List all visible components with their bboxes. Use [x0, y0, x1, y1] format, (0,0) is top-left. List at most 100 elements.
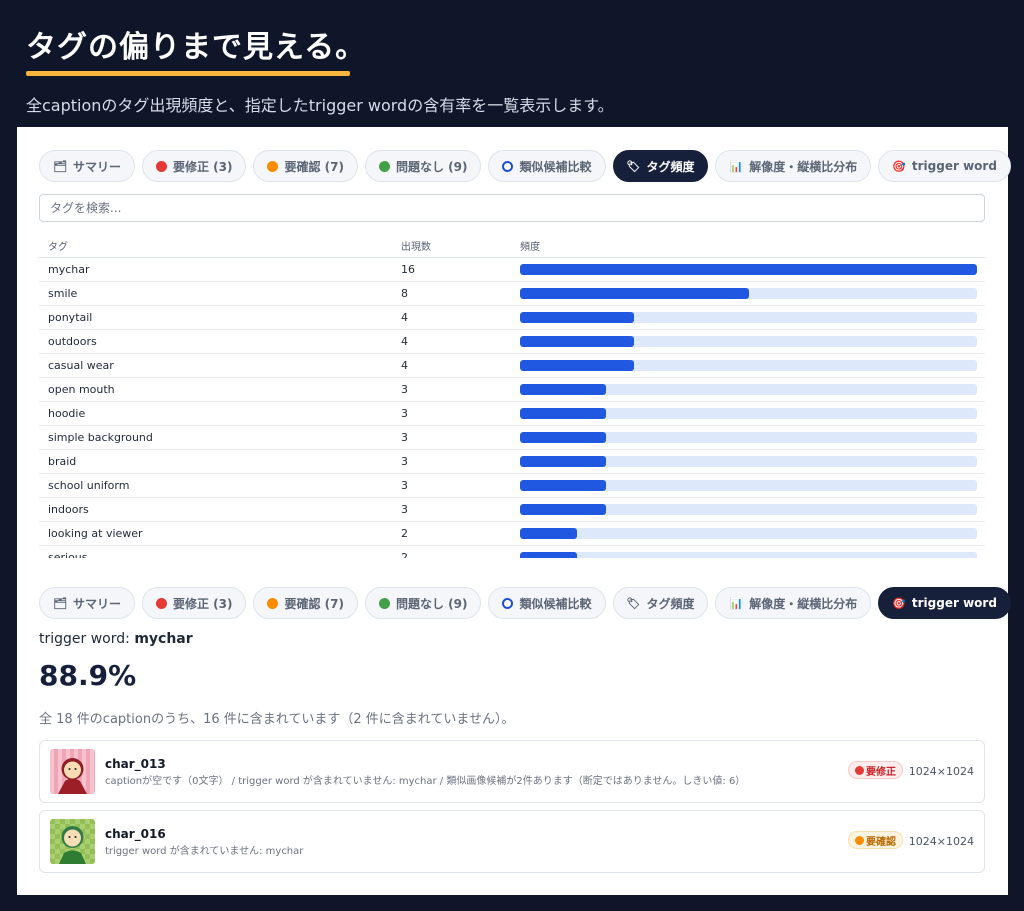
table-row: ponytail 4 — [39, 306, 985, 330]
tag-frequency-table[interactable]: タグ 出現数 頻度 mychar 16 smile 8 ponytail 4 outdoor… — [39, 233, 985, 558]
header-frequency: 頻度 — [520, 241, 540, 253]
badge-label: 要確認 — [866, 836, 896, 848]
frequency-bar — [520, 456, 977, 467]
tab-8[interactable]: 🎯 trigger word — [878, 150, 1011, 182]
missing-trigger-card-char-013[interactable]: char_013 captionが空です（0文字） / trigger word… — [39, 740, 985, 803]
status-badge-needs-check: 要確認 — [848, 831, 903, 849]
tab-1[interactable]: 🗂 サマリー — [39, 150, 135, 182]
card-message: captionが空です（0文字） / trigger word が含まれていませ… — [105, 776, 746, 787]
frequency-bar-fill — [520, 480, 606, 491]
tab-3[interactable]: 要確認 (7) — [253, 150, 358, 182]
frequency-bar — [520, 384, 977, 395]
tab-label: サマリー — [72, 159, 121, 174]
frequency-bar-fill — [520, 504, 606, 515]
tag-search-input[interactable] — [39, 194, 985, 222]
header-tag: タグ — [48, 241, 68, 253]
green-dot-icon — [378, 160, 390, 172]
tab-3[interactable]: 要確認 (7) — [253, 587, 358, 619]
tag-count: 3 — [401, 503, 408, 516]
tab-7[interactable]: 📊 解像度・縦横比分布 — [715, 150, 872, 182]
tab-label: 問題なし (9) — [395, 596, 468, 611]
trigger-word-label: trigger word: mychar — [39, 631, 193, 647]
tab-5[interactable]: 類似候補比較 — [488, 587, 606, 619]
table-row: simple background 3 — [39, 426, 985, 450]
tab-4[interactable]: 問題なし (9) — [364, 150, 482, 182]
orange-dot-icon — [267, 597, 279, 609]
header-count: 出現数 — [401, 241, 431, 253]
frequency-bar-fill — [520, 408, 606, 419]
tag-count: 3 — [401, 431, 408, 444]
tab-5[interactable]: 類似候補比較 — [488, 150, 606, 182]
tab-7[interactable]: 📊 解像度・縦横比分布 — [715, 587, 872, 619]
dart-icon: 🎯 — [892, 159, 906, 173]
thumbnail-char-013 — [50, 749, 95, 794]
tag-name: serious — [48, 551, 88, 558]
frequency-cell — [512, 408, 985, 419]
tab-label: 解像度・縦横比分布 — [749, 596, 858, 611]
trigger-word-prefix: trigger word: — [39, 631, 135, 647]
frequency-bar-fill — [520, 552, 578, 558]
card-message: trigger word が含まれていません: mychar — [105, 846, 304, 857]
frequency-bar-fill — [520, 264, 977, 275]
tag-name: smile — [48, 287, 78, 300]
page-lead: 全captionのタグ出現頻度と、指定したtrigger wordの含有率を一覧… — [26, 96, 614, 115]
frequency-bar-fill — [520, 360, 635, 371]
tab-1[interactable]: 🗂 サマリー — [39, 587, 135, 619]
tab-label: trigger word — [911, 596, 997, 610]
tag-name: mychar — [48, 263, 90, 276]
frequency-cell — [512, 288, 985, 299]
frequency-bar — [520, 336, 977, 347]
missing-trigger-card-char-016[interactable]: char_016 trigger word が含まれていません: mychar … — [39, 810, 985, 873]
tag-count: 4 — [401, 335, 408, 348]
frequency-cell — [512, 312, 985, 323]
image-resolution: 1024×1024 — [908, 765, 974, 778]
thumbnail-char-016 — [50, 819, 95, 864]
frequency-bar-fill — [520, 432, 606, 443]
tab-2[interactable]: 要修正 (3) — [141, 150, 247, 182]
tag-count: 3 — [401, 407, 408, 420]
tab-8[interactable]: 🎯 trigger word — [878, 587, 1011, 619]
table-row: indoors 3 — [39, 498, 985, 522]
frequency-bar-fill — [520, 384, 606, 395]
tag-name: indoors — [48, 503, 89, 516]
tag-name: braid — [48, 455, 77, 468]
table-row: school uniform 3 — [39, 474, 985, 498]
trigger-word-value: mychar — [134, 631, 193, 647]
tab-4[interactable]: 問題なし (9) — [364, 587, 482, 619]
tab-label: 類似候補比較 — [519, 596, 592, 611]
tab-6[interactable]: 🏷 タグ頻度 — [612, 150, 709, 182]
frequency-bar — [520, 264, 977, 275]
frequency-bar — [520, 360, 977, 371]
tab-6[interactable]: 🏷 タグ頻度 — [612, 587, 709, 619]
tag-count: 3 — [401, 455, 408, 468]
frequency-bar — [520, 312, 977, 323]
frequency-bar-fill — [520, 288, 749, 299]
tab-label: 要確認 (7) — [284, 596, 344, 611]
table-header: タグ 出現数 頻度 — [39, 233, 985, 258]
frequency-bar — [520, 552, 977, 558]
green-dot-icon — [378, 597, 390, 609]
table-row: looking at viewer 2 — [39, 522, 985, 546]
page-title: タグの偏りまで見える。 — [26, 30, 367, 65]
frequency-cell — [512, 480, 985, 491]
tab-label: 要確認 (7) — [284, 159, 344, 174]
tab-2[interactable]: 要修正 (3) — [141, 587, 247, 619]
card-title: char_016 — [105, 827, 166, 841]
status-badge-needs-fix: 要修正 — [848, 761, 903, 779]
frequency-cell — [512, 504, 985, 515]
frequency-cell — [512, 552, 985, 558]
frequency-bar-fill — [520, 456, 606, 467]
target-ring-icon — [502, 160, 514, 172]
frequency-bar-fill — [520, 312, 635, 323]
frequency-cell — [512, 336, 985, 347]
tag-name: outdoors — [48, 335, 97, 348]
red-dot-icon — [155, 160, 167, 172]
trigger-word-description: 全 18 件のcaptionのうち、16 件に含まれています（2 件に含まれてい… — [39, 712, 515, 727]
hero: タグの偏りまで見える。 全captionのタグ出現頻度と、指定したtrigger… — [26, 28, 614, 116]
report-panel: 🗂 サマリー 要修正 (3) 要確認 (7) 問題なし (9) 類似候補比較 🏷 タグ頻度 📊 解… — [17, 127, 1011, 895]
tab-label: 解像度・縦横比分布 — [749, 159, 858, 174]
tab-label: 類似候補比較 — [519, 159, 592, 174]
dart-icon: 🎯 — [892, 596, 906, 610]
table-row: serious 2 — [39, 546, 985, 558]
orange-dot-icon — [267, 160, 279, 172]
